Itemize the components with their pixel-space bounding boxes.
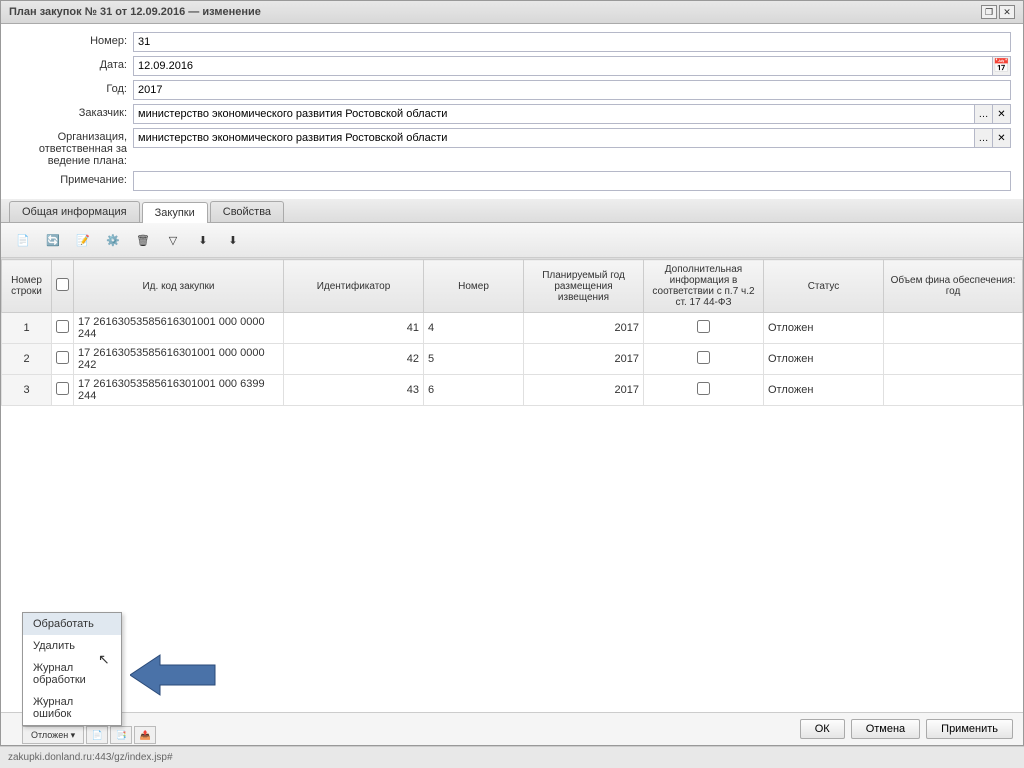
col-number[interactable]: Номер	[424, 260, 524, 313]
titlebar: План закупок № 31 от 12.09.2016 — измене…	[1, 1, 1023, 24]
input-number[interactable]	[133, 32, 1011, 52]
statusbar: zakupki.donland.ru:443/gz/index.jsp#	[0, 746, 1024, 768]
cell-identifier: 42	[284, 344, 424, 375]
label-org: Организация, ответственная за ведение пл…	[13, 128, 133, 167]
status-btn-2[interactable]: 📑	[110, 726, 132, 744]
ctx-process[interactable]: Обработать	[23, 613, 121, 635]
cell-amount	[884, 375, 1023, 406]
status-btn-1[interactable]: 📄	[86, 726, 108, 744]
cell-year: 2017	[524, 375, 644, 406]
table-row[interactable]: 2 17 26163053585616301001 000 0000 242425…	[2, 344, 1023, 375]
cell-checkbox[interactable]	[52, 344, 74, 375]
input-year[interactable]	[133, 80, 1011, 100]
customer-clear-button[interactable]: ✕	[993, 104, 1011, 124]
filter-icon[interactable]: ▽	[161, 229, 185, 251]
input-note[interactable]	[133, 171, 1011, 191]
tab-properties[interactable]: Свойства	[210, 201, 284, 222]
add-icon[interactable]: 📄	[11, 229, 35, 251]
status-btn-3[interactable]: 📤	[134, 726, 156, 744]
cell-year: 2017	[524, 344, 644, 375]
col-year[interactable]: Планируемый год размещения извещения	[524, 260, 644, 313]
table-row[interactable]: 1 17 26163053585616301001 000 0000 244414…	[2, 313, 1023, 344]
date-picker-icon[interactable]: 📅	[993, 56, 1011, 76]
apply-button[interactable]: Применить	[926, 719, 1013, 739]
ctx-log-errors[interactable]: Журнал ошибок	[23, 691, 121, 725]
cell-number: 6	[424, 375, 524, 406]
col-rownum[interactable]: Номер строки	[2, 260, 52, 313]
tab-purchases[interactable]: Закупки	[142, 202, 208, 223]
cell-extra[interactable]	[644, 344, 764, 375]
ctx-log-process[interactable]: Журнал обработки	[23, 657, 121, 691]
ctx-delete[interactable]: Удалить	[23, 635, 121, 657]
cell-idcode: 17 26163053585616301001 000 0000 242	[74, 344, 284, 375]
export-down-icon[interactable]: ⬇	[191, 229, 215, 251]
label-note: Примечание:	[13, 171, 133, 186]
label-year: Год:	[13, 80, 133, 95]
label-number: Номер:	[13, 32, 133, 47]
col-amount[interactable]: Объем фина обеспечения: год	[884, 260, 1023, 313]
cell-rownum: 3	[2, 375, 52, 406]
header-checkbox[interactable]	[56, 278, 69, 291]
col-extra[interactable]: Дополнительная информация в соответствии…	[644, 260, 764, 313]
restore-button[interactable]: ❐	[981, 5, 997, 19]
cell-idcode: 17 26163053585616301001 000 6399 244	[74, 375, 284, 406]
gear-icon[interactable]: ⚙️	[101, 229, 125, 251]
context-menu: Обработать Удалить Журнал обработки Журн…	[22, 612, 122, 726]
col-status[interactable]: Статус	[764, 260, 884, 313]
input-date[interactable]	[133, 56, 993, 76]
tab-general[interactable]: Общая информация	[9, 201, 140, 222]
cell-status: Отложен	[764, 313, 884, 344]
table-row[interactable]: 3 17 26163053585616301001 000 6399 244436…	[2, 375, 1023, 406]
status-dropdown[interactable]: Отложен ▾	[22, 726, 84, 744]
cell-status: Отложен	[764, 344, 884, 375]
cell-checkbox[interactable]	[52, 375, 74, 406]
customer-more-button[interactable]: …	[975, 104, 993, 124]
cell-amount	[884, 313, 1023, 344]
cell-status: Отложен	[764, 375, 884, 406]
cell-identifier: 41	[284, 313, 424, 344]
status-url: zakupki.donland.ru:443/gz/index.jsp#	[8, 752, 173, 763]
org-more-button[interactable]: …	[975, 128, 993, 148]
cell-extra[interactable]	[644, 313, 764, 344]
export-up-icon[interactable]: ⬇	[221, 229, 245, 251]
grid-toolbar: 📄 🔄 📝 ⚙️ 🗑 ▽ ⬇ ⬇	[1, 223, 1023, 258]
edit-icon[interactable]: 📝	[71, 229, 95, 251]
cell-idcode: 17 26163053585616301001 000 0000 244	[74, 313, 284, 344]
col-checkbox[interactable]	[52, 260, 74, 313]
cell-number: 5	[424, 344, 524, 375]
input-org[interactable]	[133, 128, 975, 148]
close-button[interactable]: ✕	[999, 5, 1015, 19]
input-customer[interactable]	[133, 104, 975, 124]
cell-rownum: 1	[2, 313, 52, 344]
label-date: Дата:	[13, 56, 133, 71]
cell-extra[interactable]	[644, 375, 764, 406]
col-identifier[interactable]: Идентификатор	[284, 260, 424, 313]
status-controls: Отложен ▾ 📄 📑 📤	[22, 726, 156, 744]
tabs: Общая информация Закупки Свойства	[1, 199, 1023, 223]
cell-checkbox[interactable]	[52, 313, 74, 344]
cancel-button[interactable]: Отмена	[851, 719, 920, 739]
label-customer: Заказчик:	[13, 104, 133, 119]
cell-identifier: 43	[284, 375, 424, 406]
grid: Номер строки Ид. код закупки Идентификат…	[1, 258, 1023, 712]
cell-year: 2017	[524, 313, 644, 344]
ok-button[interactable]: ОК	[800, 719, 845, 739]
org-clear-button[interactable]: ✕	[993, 128, 1011, 148]
filter-clear-icon[interactable]: 🗑	[131, 229, 155, 251]
refresh-icon[interactable]: 🔄	[41, 229, 65, 251]
form-area: Номер: Дата: 📅 Год: Заказчик: …✕ Организ…	[1, 24, 1023, 199]
cell-number: 4	[424, 313, 524, 344]
cell-amount	[884, 344, 1023, 375]
col-idcode[interactable]: Ид. код закупки	[74, 260, 284, 313]
cell-rownum: 2	[2, 344, 52, 375]
window-title: План закупок № 31 от 12.09.2016 — измене…	[9, 6, 979, 18]
